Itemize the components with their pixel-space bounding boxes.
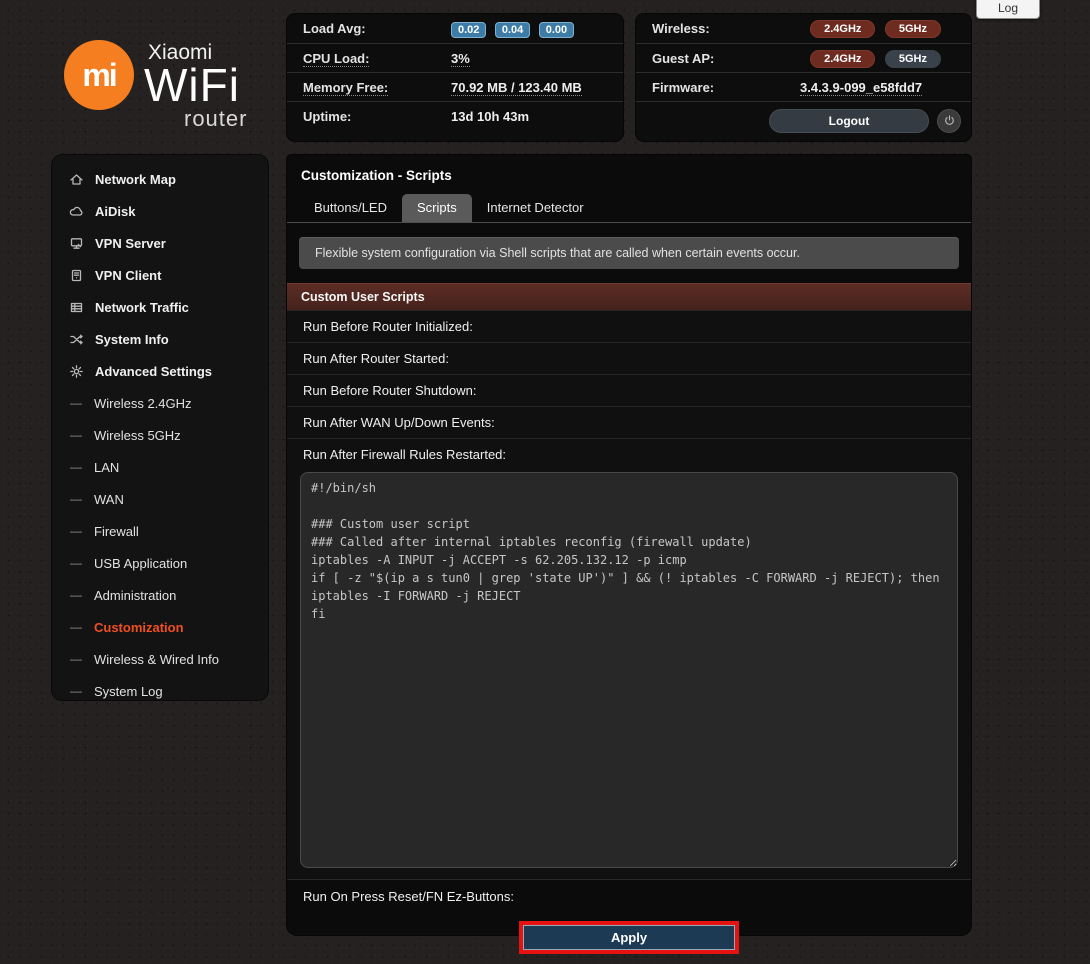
status-panel: Load Avg: 0.02 0.04 0.00 CPU Load: 3% Me… [287, 14, 623, 141]
firmware-row: Firmware: 3.4.3.9-099_e58fdd7 [636, 72, 971, 101]
sidebar-item-system-info[interactable]: System Info [68, 323, 268, 355]
tab-bar: Buttons/LED Scripts Internet Detector [287, 194, 971, 223]
tab-buttons-led[interactable]: Buttons/LED [299, 194, 402, 222]
uptime-row: Uptime: 13d 10h 43m [287, 101, 623, 130]
log-button-label: Log [998, 1, 1018, 15]
sidebar-nav: Network Map AiDisk VPN Server VPN Client… [52, 155, 268, 700]
logout-button[interactable]: Logout [769, 109, 929, 133]
sidebar-item-advanced-settings[interactable]: Advanced Settings [68, 355, 268, 387]
page-description: Flexible system configuration via Shell … [299, 237, 959, 269]
uptime-value: 13d 10h 43m [451, 109, 529, 124]
cpu-load-row: CPU Load: 3% [287, 43, 623, 72]
gear-icon [68, 364, 84, 379]
mi-logo-icon: mi [64, 40, 134, 110]
logo-sub: router [184, 106, 247, 132]
row-run-on-press-reset[interactable]: Run On Press Reset/FN Ez-Buttons: [287, 879, 971, 913]
vpn-client-icon [68, 268, 84, 283]
traffic-icon [68, 300, 84, 315]
load-avg-badge-1: 0.02 [451, 22, 486, 38]
wireless-panel: Wireless: 2.4GHz 5GHz Guest AP: 2.4GHz 5… [636, 14, 971, 141]
main-content: Customization - Scripts Buttons/LED Scri… [287, 155, 971, 935]
sidebar-item-administration[interactable]: Administration [68, 579, 268, 611]
guest-ap-label: Guest AP: [652, 51, 800, 66]
vpn-server-icon [68, 236, 84, 251]
load-avg-badge-2: 0.04 [495, 22, 530, 38]
sidebar-item-vpn-client[interactable]: VPN Client [68, 259, 268, 291]
tab-internet-detector[interactable]: Internet Detector [472, 194, 599, 222]
row-run-after-firewall[interactable]: Run After Firewall Rules Restarted: [287, 438, 971, 470]
sidebar-item-aidisk[interactable]: AiDisk [68, 195, 268, 227]
page-title: Customization - Scripts [287, 155, 971, 194]
cpu-load-value: 3% [451, 51, 470, 66]
row-run-after-started[interactable]: Run After Router Started: [287, 342, 971, 374]
wireless-5ghz-toggle[interactable]: 5GHz [885, 20, 941, 38]
row-run-before-init[interactable]: Run Before Router Initialized: [287, 310, 971, 342]
sidebar-item-wireless-24ghz[interactable]: Wireless 2.4GHz [68, 387, 268, 419]
sidebar-item-usb-application[interactable]: USB Application [68, 547, 268, 579]
power-icon [941, 114, 957, 127]
cpu-load-label: CPU Load: [303, 51, 451, 66]
logout-row: Logout [636, 101, 971, 139]
log-button[interactable]: Log [976, 0, 1040, 19]
script-editor-wrap: #!/bin/sh ### Custom user script ### Cal… [287, 470, 971, 879]
firmware-label: Firmware: [652, 80, 800, 95]
script-textarea[interactable]: #!/bin/sh ### Custom user script ### Cal… [300, 472, 958, 868]
load-avg-label: Load Avg: [303, 21, 451, 36]
load-avg-row: Load Avg: 0.02 0.04 0.00 [287, 14, 623, 43]
sidebar-item-network-map[interactable]: Network Map [68, 163, 268, 195]
apply-button[interactable]: Apply [523, 925, 735, 950]
wireless-24ghz-toggle[interactable]: 2.4GHz [810, 20, 875, 38]
tab-scripts[interactable]: Scripts [402, 194, 472, 222]
sidebar-item-wireless-5ghz[interactable]: Wireless 5GHz [68, 419, 268, 451]
sidebar-item-wireless-wired-info[interactable]: Wireless & Wired Info [68, 643, 268, 675]
sidebar-item-lan[interactable]: LAN [68, 451, 268, 483]
brand-logo: mi Xiaomi WiFi router [60, 28, 280, 128]
wireless-label: Wireless: [652, 21, 800, 36]
row-run-before-shutdown[interactable]: Run Before Router Shutdown: [287, 374, 971, 406]
load-avg-values: 0.02 0.04 0.00 [451, 20, 578, 38]
guest-24ghz-toggle[interactable]: 2.4GHz [810, 50, 875, 68]
guest-5ghz-toggle[interactable]: 5GHz [885, 50, 941, 68]
sidebar-item-network-traffic[interactable]: Network Traffic [68, 291, 268, 323]
sidebar-item-vpn-server[interactable]: VPN Server [68, 227, 268, 259]
row-run-after-wan[interactable]: Run After WAN Up/Down Events: [287, 406, 971, 438]
memory-free-row: Memory Free: 70.92 MB / 123.40 MB [287, 72, 623, 101]
sidebar-item-wan[interactable]: WAN [68, 483, 268, 515]
shuffle-icon [68, 332, 84, 347]
wireless-row: Wireless: 2.4GHz 5GHz [636, 14, 971, 43]
uptime-label: Uptime: [303, 109, 451, 124]
memory-free-value: 70.92 MB / 123.40 MB [451, 80, 582, 95]
logo-product: WiFi [144, 58, 240, 112]
load-avg-badge-3: 0.00 [539, 22, 574, 38]
memory-free-label: Memory Free: [303, 80, 451, 95]
home-icon [68, 172, 84, 187]
section-header: Custom User Scripts [287, 283, 971, 310]
guest-ap-row: Guest AP: 2.4GHz 5GHz [636, 43, 971, 72]
power-button[interactable] [937, 109, 961, 133]
firmware-value[interactable]: 3.4.3.9-099_e58fdd7 [800, 80, 922, 95]
cloud-icon [68, 204, 84, 219]
sidebar-item-customization[interactable]: Customization [68, 611, 268, 643]
apply-row: Apply [287, 913, 971, 964]
sidebar-item-system-log[interactable]: System Log [68, 675, 268, 707]
sidebar-item-firewall[interactable]: Firewall [68, 515, 268, 547]
